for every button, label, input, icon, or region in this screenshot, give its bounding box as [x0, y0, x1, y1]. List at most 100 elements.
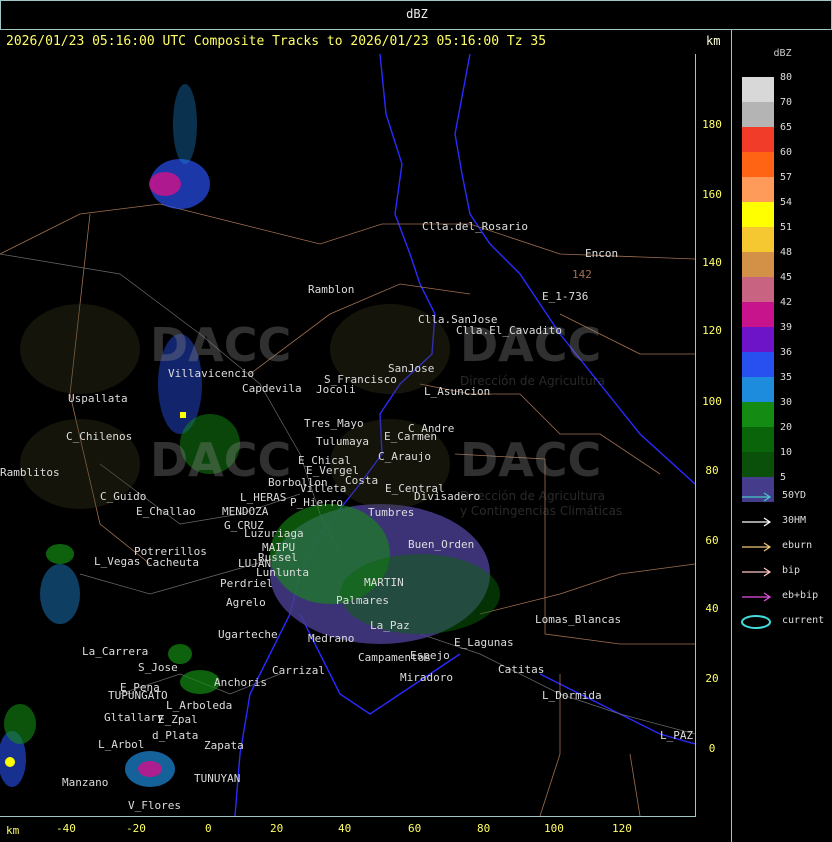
x-tick-label: 120	[612, 822, 632, 835]
place-label: L_Asuncion	[424, 385, 491, 398]
track-label: current	[782, 615, 825, 626]
scale-swatch	[742, 352, 774, 377]
place-label: La_Carrera	[82, 645, 149, 658]
track-arrow-icon	[742, 517, 772, 527]
place-label: C_Chilenos	[66, 430, 133, 443]
place-label: Villavicencio	[168, 367, 255, 380]
y-tick-label: 40	[705, 602, 719, 615]
place-label: Zapata	[204, 739, 244, 752]
track-arrow-icon	[742, 542, 772, 552]
scale-swatch	[742, 302, 774, 327]
x-axis: -40 -20 0 20 40 60 80 100 120	[0, 816, 730, 842]
header-timestamp: 2026/01/23 05:16:00 UTC Composite Tracks…	[6, 34, 547, 49]
place-label: C_Guido	[100, 490, 147, 503]
place-label: Ugarteche	[218, 628, 278, 641]
place-label: Encon	[585, 247, 619, 260]
place-label: TUNUYAN	[194, 772, 241, 785]
x-tick-label: 20	[270, 822, 284, 835]
place-label: MENDOZA	[222, 505, 269, 518]
place-label: d_Plata	[152, 729, 199, 742]
place-label: TUPUNGATO	[108, 689, 168, 702]
y-tick-label: 60	[705, 534, 719, 547]
place-label: L_Vegas	[94, 555, 141, 568]
track-label: bip	[782, 565, 801, 576]
place-label: Agrelo	[226, 596, 266, 609]
place-label: Buen_Orden	[408, 538, 475, 551]
place-label: E_Carmen	[384, 430, 437, 443]
y-tick-label: 140	[702, 256, 722, 269]
track-arrow-icon	[742, 592, 772, 602]
track-arrow-icon	[742, 567, 772, 577]
scale-label: 39	[780, 322, 793, 333]
scale-label: 36	[780, 347, 793, 358]
place-label: Ramblitos	[0, 466, 60, 479]
place-label: Capdevila	[242, 382, 302, 395]
scale-label: 30	[780, 397, 793, 408]
scale-label: 54	[780, 197, 793, 208]
place-label: Jocoli	[316, 383, 356, 396]
top-bar: dBZ	[0, 0, 832, 30]
place-label: L_HERAS	[240, 491, 287, 504]
scale-label: 80	[780, 72, 793, 83]
y-tick-label: 80	[705, 464, 719, 477]
x-tick-label: 80	[477, 822, 491, 835]
x-tick-label: 0	[205, 822, 212, 835]
place-label: E_Lagunas	[454, 636, 514, 649]
place-label: Tres_Mayo	[304, 417, 364, 430]
place-label: Divisadero	[414, 490, 481, 503]
place-label: L_PAZ	[660, 729, 694, 742]
km-label-bottom: km	[6, 824, 20, 837]
place-label: Clla.El_Cavadito	[456, 324, 562, 337]
radar-map[interactable]: DACC DACC Dirección de Agricultura DACC …	[0, 54, 696, 817]
y-tick-label: 160	[702, 188, 722, 201]
place-label: Lomas_Blancas	[535, 613, 622, 626]
y-tick-label: 100	[702, 395, 722, 408]
place-label: L_Arboleda	[166, 699, 233, 712]
place-label: Anchoris	[214, 676, 267, 689]
place-label: La_Paz	[370, 619, 410, 632]
place-label: MAIPU	[262, 541, 296, 554]
place-label: Ramblon	[308, 283, 355, 296]
place-label: E_Challao	[136, 505, 196, 518]
x-tick-label: -40	[56, 822, 76, 835]
place-label: Tumbres	[368, 506, 415, 519]
place-label: Clla.del_Rosario	[422, 220, 528, 233]
scale-swatch	[742, 327, 774, 352]
scale-label: 70	[780, 97, 793, 108]
place-label: Perdriel	[220, 577, 273, 590]
y-tick-label: 0	[708, 742, 716, 755]
scale-label: 35	[780, 372, 793, 383]
river-lines	[234, 54, 695, 816]
scale-swatch	[742, 77, 774, 102]
place-label: S_Jose	[138, 661, 178, 674]
scale-swatch	[742, 152, 774, 177]
place-label: 142	[572, 268, 592, 281]
place-label: Miradoro	[400, 671, 453, 684]
scale-label: 10	[780, 447, 793, 458]
x-tick-label: -20	[126, 822, 146, 835]
scale-swatch	[742, 227, 774, 252]
track-label: eburn	[782, 540, 813, 551]
track-label: eb+bip	[782, 590, 819, 601]
scale-label: 42	[780, 297, 793, 308]
y-tick-label: 120	[702, 324, 722, 337]
y-tick-label: 180	[702, 118, 722, 131]
place-label: Gltallary	[104, 711, 164, 724]
scale-label: 51	[780, 222, 793, 233]
scale-label: 65	[780, 122, 793, 133]
track-label: 50YD	[782, 490, 807, 501]
scale-label: 60	[780, 147, 793, 158]
scale-swatch	[742, 277, 774, 302]
legend-title: dBZ	[773, 48, 792, 59]
place-label: Catitas	[498, 663, 545, 676]
y-tick-label: 20	[705, 672, 719, 685]
place-label: MARTIN	[364, 576, 404, 589]
place-label: Uspallata	[68, 392, 128, 405]
place-label: Manzano	[62, 776, 109, 789]
place-label: Medrano	[308, 632, 355, 645]
km-label-top: km	[706, 34, 721, 48]
place-label: Cacheuta	[146, 556, 199, 569]
place-label: Palmares	[336, 594, 389, 607]
place-label: P_Hierro	[290, 496, 343, 509]
place-label: Luzuriaga	[244, 527, 304, 540]
